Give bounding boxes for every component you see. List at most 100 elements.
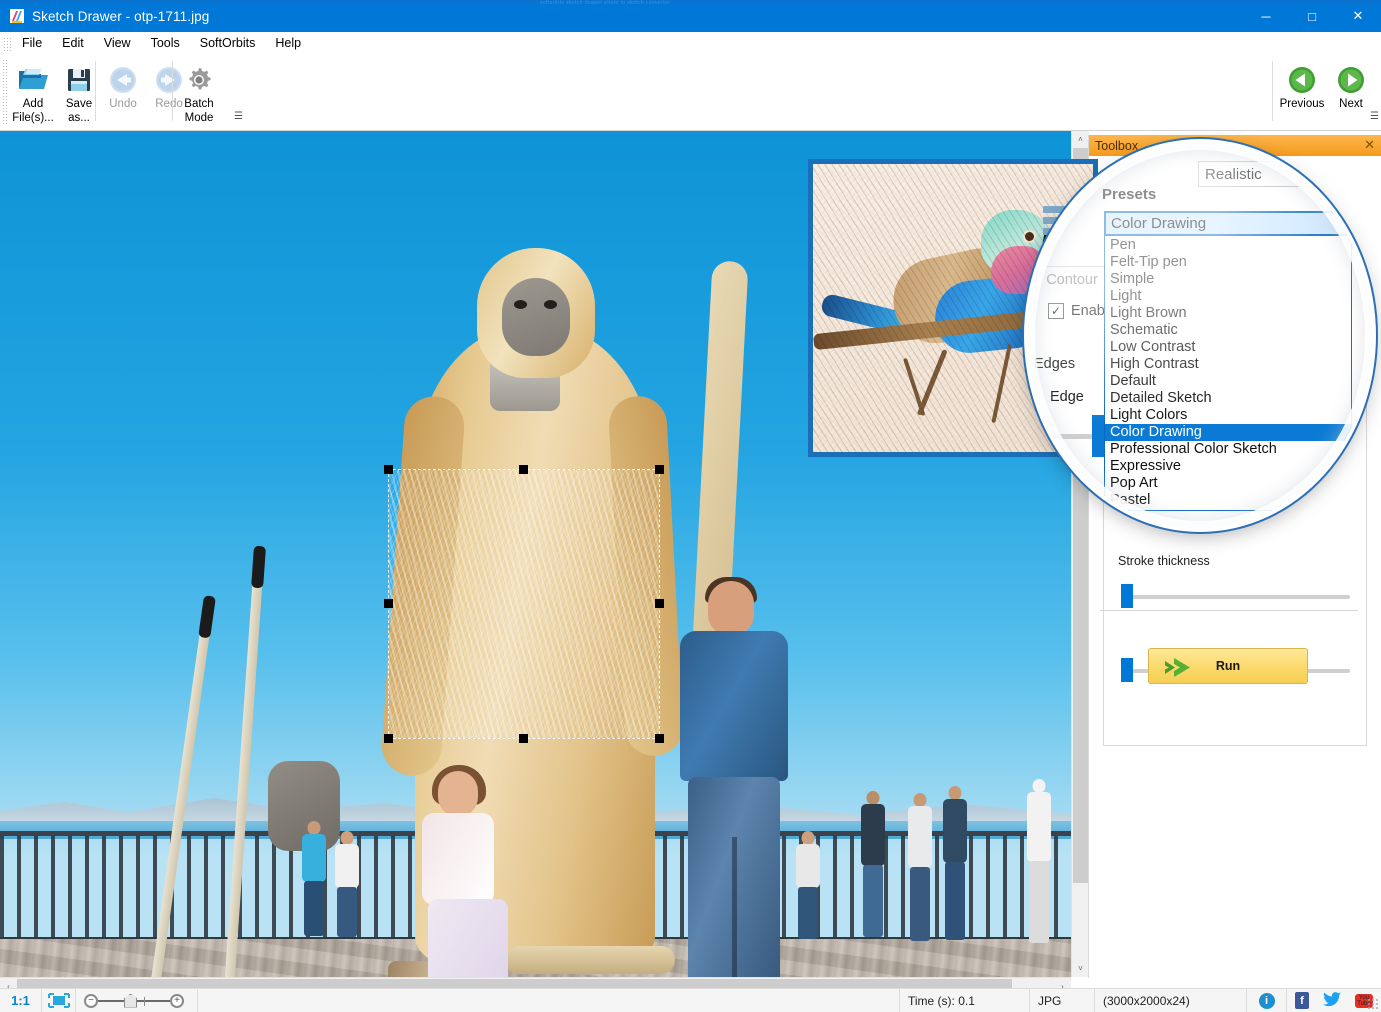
selection-handle-e[interactable] (655, 599, 664, 608)
facebook-link[interactable]: f (1287, 989, 1317, 1012)
preset-option[interactable]: Low Contrast (1105, 339, 1351, 356)
presets-select-value: Color Drawing (1111, 215, 1207, 232)
preset-option[interactable]: Default (1105, 373, 1351, 390)
preset-option[interactable]: Light (1105, 288, 1351, 305)
preset-option[interactable]: Detailed Sketch (1105, 390, 1351, 407)
man-shirt (680, 631, 788, 781)
magnifier-content: Contour ✓ Enab Edges Edge Smud Realistic… (1028, 143, 1372, 528)
preset-option[interactable]: Light Colors (1105, 407, 1351, 424)
ape-face (502, 278, 570, 356)
selection-handle-n[interactable] (519, 465, 528, 474)
add-files-label-1: Add (22, 98, 44, 110)
smudge-label: Smud (1046, 498, 1084, 514)
maximize-button[interactable]: □ (1289, 0, 1335, 32)
menu-item-edit[interactable]: Edit (52, 33, 94, 54)
menu-item-file[interactable]: File (12, 33, 52, 54)
add-files-label-2: File(s)... (12, 112, 54, 124)
girl-pants (428, 899, 508, 977)
preset-option[interactable]: Pen (1105, 237, 1351, 254)
zoom-slider-tick (144, 996, 145, 1006)
app-icon (9, 8, 25, 24)
run-button[interactable]: Run (1148, 648, 1308, 684)
toolbar-overflow-left[interactable]: ☰ (234, 111, 243, 122)
zoom-ratio-cell[interactable]: 1:1 (0, 988, 42, 1012)
contour-tab[interactable]: Contour (1036, 266, 1108, 293)
style-select[interactable]: Realistic ▾ (1198, 161, 1372, 187)
man-figure (660, 577, 810, 977)
ape-head (477, 248, 595, 378)
minimize-button[interactable]: ─ (1243, 0, 1289, 32)
menu-item-view[interactable]: View (94, 33, 141, 54)
toolbar-separator-3 (1272, 61, 1273, 121)
save-as-label-2: as... (68, 112, 90, 124)
zoom-in-button[interactable]: + (170, 993, 184, 1008)
toolbar-grip[interactable] (2, 59, 9, 125)
preset-option[interactable]: Simple (1105, 271, 1351, 288)
selection-handle-w[interactable] (384, 599, 393, 608)
preset-option[interactable]: Color Drawing (1105, 424, 1351, 441)
zoom-slider-control[interactable]: − + (84, 993, 184, 1009)
contour-enable-row[interactable]: ✓ Enab (1048, 303, 1105, 319)
girl-figure (400, 765, 540, 977)
info-button[interactable]: i (1247, 988, 1287, 1012)
presets-select[interactable]: Color Drawing ˇ (1104, 211, 1349, 236)
batch-mode-label-1: Batch (184, 98, 214, 110)
zoom-ratio-label: 1:1 (11, 993, 30, 1008)
next-button[interactable]: Next (1328, 57, 1374, 111)
preset-option[interactable]: Light Brown (1105, 305, 1351, 322)
preset-option[interactable]: Felt-Tip pen (1105, 254, 1351, 271)
menu-item-softorbits[interactable]: SoftOrbits (190, 33, 266, 54)
edge-label: Edge (1050, 389, 1084, 405)
magnifier-lens: Contour ✓ Enab Edges Edge Smud Realistic… (1028, 143, 1372, 528)
selection-marquee[interactable] (384, 465, 664, 743)
toolbar-overflow-right[interactable]: ☰ (1370, 111, 1379, 122)
twitter-link[interactable] (1317, 989, 1347, 1012)
selection-handle-sw[interactable] (384, 734, 393, 743)
scroll-down-arrow[interactable]: ˅ (1072, 960, 1089, 977)
zoom-slider[interactable]: − + (76, 988, 198, 1012)
batch-mode-button[interactable]: Batch Mode (176, 57, 222, 125)
undo-label: Undo (109, 98, 137, 110)
contour-enable-label: Enab (1071, 303, 1105, 319)
close-button[interactable]: ✕ (1335, 0, 1381, 32)
undo-arrow-icon (108, 63, 138, 97)
contour-enable-checkbox[interactable]: ✓ (1048, 303, 1064, 319)
previous-label: Previous (1279, 98, 1325, 110)
undo-button[interactable]: Undo (100, 57, 146, 111)
zoom-out-button[interactable]: − (84, 993, 98, 1008)
selection-handle-ne[interactable] (655, 465, 664, 474)
edges-slider-thumb[interactable] (1121, 658, 1133, 682)
menu-bar: File Edit View Tools SoftOrbits Help (0, 32, 1381, 55)
girl-head (438, 771, 478, 817)
stroke-thickness-thumb[interactable] (1121, 584, 1133, 608)
preset-option[interactable]: Pop Art (1105, 475, 1351, 492)
menu-item-help[interactable]: Help (265, 33, 311, 54)
fit-to-window-button[interactable] (42, 988, 76, 1012)
presets-dropdown-list[interactable]: Pen Felt-Tip pen Simple Light Light Brown Sch… (1104, 236, 1352, 511)
left-circle-arrow-icon (1287, 63, 1317, 97)
menu-grip[interactable] (4, 35, 11, 52)
preset-option[interactable]: High Contrast (1105, 356, 1351, 373)
add-files-button[interactable]: Add File(s)... (10, 57, 56, 125)
preset-option[interactable]: Professional Color Sketch (1105, 441, 1351, 458)
previous-button[interactable]: Previous (1276, 57, 1328, 111)
menu-item-tools[interactable]: Tools (141, 33, 190, 54)
girl-top (422, 813, 494, 905)
selection-handle-se[interactable] (655, 734, 664, 743)
stroke-thickness-track[interactable] (1128, 595, 1350, 599)
resize-grip[interactable] (1367, 998, 1379, 1010)
preset-option[interactable]: Expressive (1105, 458, 1351, 475)
ape-eye-right (544, 300, 557, 309)
selection-handle-s[interactable] (519, 734, 528, 743)
man-jeans (688, 777, 780, 977)
chevron-down-icon[interactable]: ˇ (1337, 217, 1341, 229)
preset-option[interactable]: Schematic (1105, 322, 1351, 339)
selection-fill (389, 470, 659, 738)
preset-option[interactable]: Pastel (1105, 492, 1351, 509)
toolbar-group-navigation: Previous Next (1276, 57, 1374, 127)
fit-to-window-icon (47, 993, 70, 1008)
selection-handle-nw[interactable] (384, 465, 393, 474)
chevron-down-icon[interactable]: ▾ (1363, 162, 1372, 186)
floppy-disk-icon (65, 63, 93, 97)
zoom-slider-thumb[interactable] (124, 993, 137, 1008)
